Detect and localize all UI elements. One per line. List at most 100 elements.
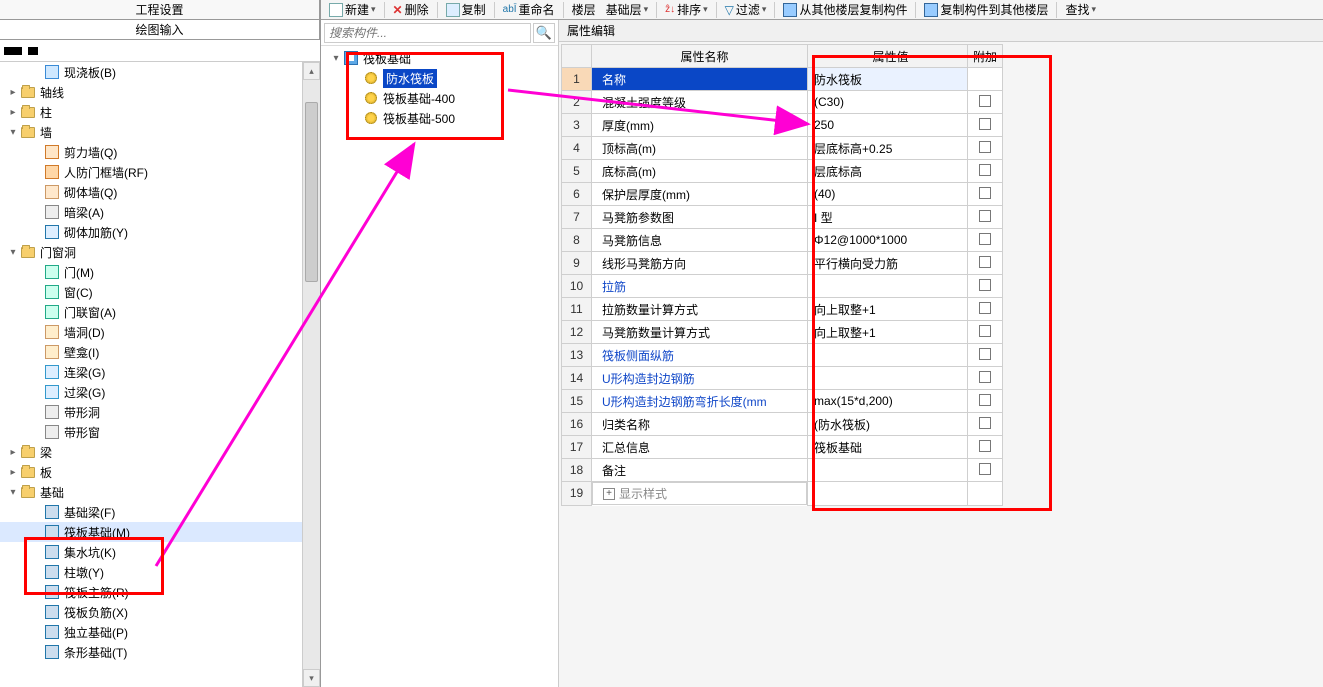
table-row[interactable]: 16归类名称(防水筏板) (562, 413, 1003, 436)
property-add-cell[interactable] (968, 413, 1003, 436)
property-name-cell[interactable]: 顶标高(m) (592, 137, 808, 160)
tree-qitiqiang[interactable]: 砌体墙(Q) (0, 182, 320, 202)
property-value-cell[interactable] (808, 344, 968, 367)
tree-dulijichu[interactable]: 独立基础(P) (0, 622, 320, 642)
table-row[interactable]: 2混凝土强度等级(C30) (562, 91, 1003, 114)
property-add-cell[interactable] (968, 390, 1003, 413)
checkbox-icon[interactable] (979, 463, 991, 475)
table-row[interactable]: 8马凳筋信息Φ12@1000*1000 (562, 229, 1003, 252)
component-tree[interactable]: 现浇板(B) ▸轴线 ▸柱 ▾墙 剪力墙(Q) 人防门框墙(RF) 砌体墙(Q)… (0, 62, 320, 687)
property-name-cell[interactable]: 拉筋数量计算方式 (592, 298, 808, 321)
tree-daixingchuang[interactable]: 带形窗 (0, 422, 320, 442)
table-row[interactable]: 19+显示样式 (562, 482, 1003, 506)
mid-item-fangshui[interactable]: 防水筏板 (323, 68, 556, 88)
tree-jichu[interactable]: ▾基础 (0, 482, 320, 502)
tree-ban[interactable]: ▸板 (0, 462, 320, 482)
tree-fabanfujin[interactable]: 筏板负筋(X) (0, 602, 320, 622)
table-row[interactable]: 5底标高(m)层底标高 (562, 160, 1003, 183)
rename-button[interactable]: abĪ重命名 (499, 0, 559, 19)
tree-jichuliang[interactable]: 基础梁(F) (0, 502, 320, 522)
property-value-cell[interactable] (808, 367, 968, 390)
table-row[interactable]: 6保护层厚度(mm)(40) (562, 183, 1003, 206)
property-add-cell[interactable] (968, 344, 1003, 367)
copy-from-floor-button[interactable]: 从其他楼层复制构件 (779, 0, 911, 19)
tree-tool-2[interactable] (28, 47, 38, 55)
header-name[interactable]: 属性名称 (592, 45, 808, 68)
table-row[interactable]: 12马凳筋数量计算方式向上取整+1 (562, 321, 1003, 344)
property-name-cell[interactable]: 厚度(mm) (592, 114, 808, 137)
mid-root[interactable]: ▾筏板基础 (323, 48, 556, 68)
scroll-down-button[interactable]: ▾ (303, 669, 320, 687)
property-name-cell[interactable]: U形构造封边钢筋弯折长度(mm (592, 390, 808, 413)
checkbox-icon[interactable] (979, 95, 991, 107)
checkbox-icon[interactable] (979, 279, 991, 291)
property-value-cell[interactable]: (C30) (808, 91, 968, 114)
property-add-cell[interactable] (968, 298, 1003, 321)
property-add-cell[interactable] (968, 206, 1003, 229)
property-name-cell[interactable]: U形构造封边钢筋 (592, 367, 808, 390)
property-value-cell[interactable] (808, 275, 968, 298)
checkbox-icon[interactable] (979, 440, 991, 452)
property-value-cell[interactable]: 250 (808, 114, 968, 137)
table-row[interactable]: 18备注 (562, 459, 1003, 482)
tree-menlianchuang[interactable]: 门联窗(A) (0, 302, 320, 322)
tree-anliang[interactable]: 暗梁(A) (0, 202, 320, 222)
delete-button[interactable]: ✕删除 (389, 0, 433, 19)
find-button[interactable]: 查找▾ (1061, 0, 1100, 19)
checkbox-icon[interactable] (979, 118, 991, 130)
mid-item-400[interactable]: 筏板基础-400 (323, 88, 556, 108)
property-value-cell[interactable]: (防水筏板) (808, 413, 968, 436)
filter-button[interactable]: ▽过滤▾ (721, 0, 771, 19)
property-name-cell[interactable]: 筏板侧面纵筋 (592, 344, 808, 367)
scroll-thumb[interactable] (305, 102, 318, 282)
header-add[interactable]: 附加 (968, 45, 1003, 68)
property-add-cell[interactable] (968, 91, 1003, 114)
tree-jianliqiang[interactable]: 剪力墙(Q) (0, 142, 320, 162)
tree-liang[interactable]: ▸梁 (0, 442, 320, 462)
table-row[interactable]: 14U形构造封边钢筋 (562, 367, 1003, 390)
property-add-cell[interactable] (968, 183, 1003, 206)
tree-bikan[interactable]: 壁龛(I) (0, 342, 320, 362)
property-name-cell[interactable]: 汇总信息 (592, 436, 808, 459)
search-button[interactable]: 🔍 (533, 23, 555, 43)
table-row[interactable]: 7马凳筋参数图I 型 (562, 206, 1003, 229)
new-button[interactable]: 新建▾ (325, 0, 380, 19)
checkbox-icon[interactable] (979, 141, 991, 153)
property-name-cell[interactable]: 归类名称 (592, 413, 808, 436)
property-name-cell[interactable]: 底标高(m) (592, 160, 808, 183)
checkbox-icon[interactable] (979, 417, 991, 429)
table-row[interactable]: 15U形构造封边钢筋弯折长度(mmmax(15*d,200) (562, 390, 1003, 413)
property-value-cell[interactable]: 层底标高 (808, 160, 968, 183)
tree-jishuikeng[interactable]: 集水坑(K) (0, 542, 320, 562)
checkbox-icon[interactable] (979, 325, 991, 337)
property-name-cell[interactable]: 拉筋 (592, 275, 808, 298)
tree-men[interactable]: 门(M) (0, 262, 320, 282)
table-row[interactable]: 13筏板侧面纵筋 (562, 344, 1003, 367)
tree-chuang[interactable]: 窗(C) (0, 282, 320, 302)
property-name-cell[interactable]: 备注 (592, 459, 808, 482)
tree-fabanjichu[interactable]: 筏板基础(M) (0, 522, 320, 542)
table-row[interactable]: 3厚度(mm)250 (562, 114, 1003, 137)
property-name-cell[interactable]: 混凝土强度等级 (592, 91, 808, 114)
tree-fabanzhujin[interactable]: 筏板主筋(R) (0, 582, 320, 602)
property-value-cell[interactable]: Φ12@1000*1000 (808, 229, 968, 252)
tree-tool-1[interactable] (4, 47, 22, 55)
property-add-cell[interactable] (968, 137, 1003, 160)
property-add-cell[interactable] (968, 459, 1003, 482)
property-name-cell[interactable]: 保护层厚度(mm) (592, 183, 808, 206)
property-value-cell[interactable]: I 型 (808, 206, 968, 229)
property-value-cell[interactable]: 筏板基础 (808, 436, 968, 459)
tree-tiaoxingjichu[interactable]: 条形基础(T) (0, 642, 320, 662)
property-add-cell[interactable] (968, 275, 1003, 298)
baselayer-dropdown[interactable]: 基础层▾ (602, 0, 653, 19)
property-add-cell[interactable] (968, 436, 1003, 459)
tree-qiangdong[interactable]: 墙洞(D) (0, 322, 320, 342)
property-value-cell[interactable]: 向上取整+1 (808, 321, 968, 344)
property-value-cell[interactable]: 防水筏板 (808, 68, 968, 91)
tree-xianjiaoban[interactable]: 现浇板(B) (0, 62, 320, 82)
table-row[interactable]: 11拉筋数量计算方式向上取整+1 (562, 298, 1003, 321)
checkbox-icon[interactable] (979, 210, 991, 222)
property-add-cell[interactable] (968, 252, 1003, 275)
property-add-cell[interactable] (968, 321, 1003, 344)
tree-renfang[interactable]: 人防门框墙(RF) (0, 162, 320, 182)
